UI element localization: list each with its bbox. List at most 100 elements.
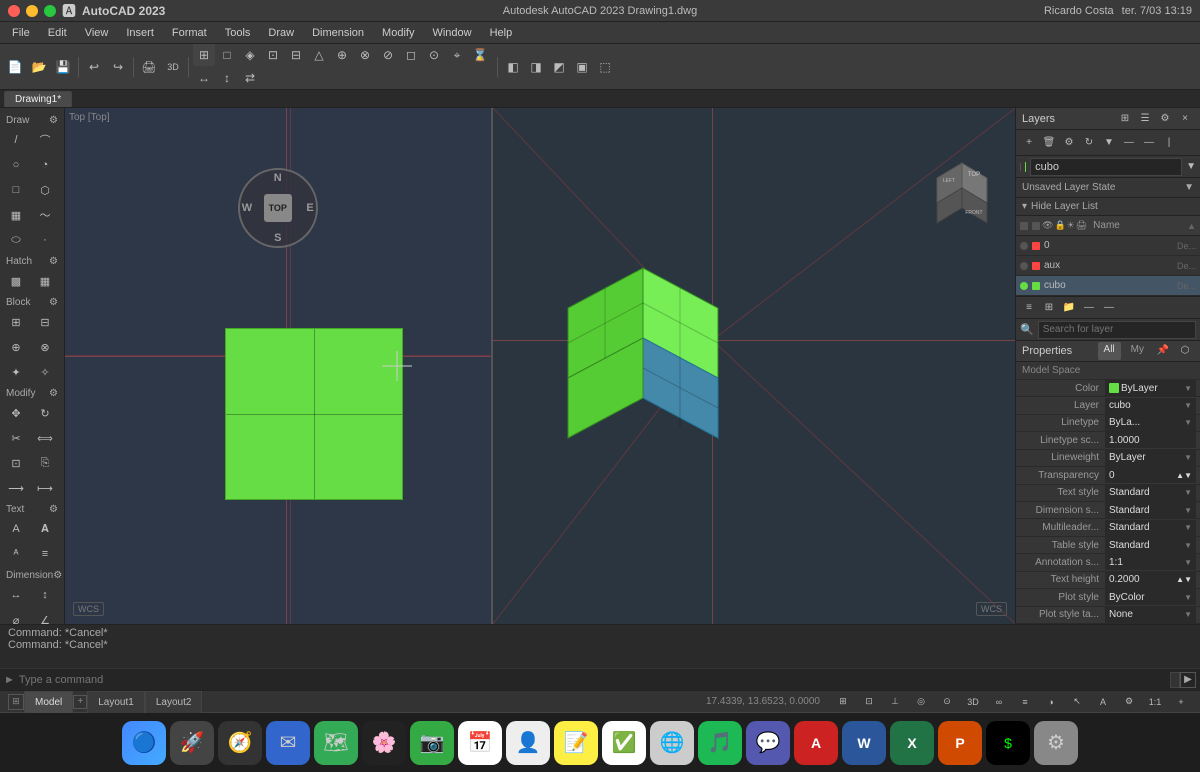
lt-more[interactable]: — bbox=[1120, 134, 1138, 152]
lt-copy[interactable]: ⎘ bbox=[31, 451, 59, 475]
lt-scale[interactable]: ⊡ bbox=[2, 451, 30, 475]
lt-section-dimension[interactable]: Dimension ⚙ bbox=[2, 567, 62, 582]
tb-extra-3[interactable]: ◩ bbox=[548, 56, 570, 78]
layer-aux-vis[interactable] bbox=[1020, 262, 1028, 270]
menu-help[interactable]: Help bbox=[482, 25, 521, 41]
tb-open[interactable]: 📂 bbox=[28, 56, 50, 78]
lt-section-hatch[interactable]: Hatch ⚙ bbox=[2, 253, 62, 268]
lt-block2[interactable]: ⊟ bbox=[31, 310, 59, 334]
prop-ann-value[interactable]: 1:1 ▼ bbox=[1105, 554, 1196, 570]
lt-spline[interactable]: 〜 bbox=[31, 203, 59, 227]
layer-cubo-vis[interactable] bbox=[1020, 282, 1028, 290]
tb-btn-2[interactable]: □ bbox=[216, 44, 238, 66]
tb-btn-9[interactable]: ⊘ bbox=[377, 44, 399, 66]
add-tab[interactable]: + bbox=[73, 695, 87, 709]
layers-icon-2[interactable]: ☰ bbox=[1136, 110, 1154, 128]
layer-row-aux[interactable]: aux De... bbox=[1016, 256, 1200, 276]
dock-reminders[interactable]: ✅ bbox=[602, 721, 646, 765]
layers-icon-3[interactable]: ⚙ bbox=[1156, 110, 1174, 128]
prop-ps-value[interactable]: ByColor ▼ bbox=[1105, 589, 1196, 605]
model-icon[interactable]: ⊞ bbox=[8, 694, 24, 710]
tb-btn-3[interactable]: ◈ bbox=[239, 44, 261, 66]
layer-aux-color[interactable] bbox=[1032, 262, 1040, 270]
menu-dimension[interactable]: Dimension bbox=[304, 25, 372, 41]
prop-pst-value[interactable]: None ▼ bbox=[1105, 607, 1196, 623]
dock-terminal[interactable]: $ bbox=[986, 721, 1030, 765]
dock-mail[interactable]: ✉ bbox=[266, 721, 310, 765]
prop-ts-value[interactable]: Standard ▼ bbox=[1105, 485, 1196, 501]
tb-btn-6[interactable]: △ bbox=[308, 44, 330, 66]
dock-notes[interactable]: 📝 bbox=[554, 721, 598, 765]
window-controls[interactable] bbox=[8, 5, 56, 17]
sb-ortho[interactable]: ⊥ bbox=[884, 691, 906, 713]
lt-trim[interactable]: ✂ bbox=[2, 426, 30, 450]
tb-new[interactable]: 📄 bbox=[4, 56, 26, 78]
current-layer-input[interactable]: cubo bbox=[1030, 158, 1182, 176]
lt-polygon[interactable]: ⬡ bbox=[31, 178, 59, 202]
tb-btn-13[interactable]: ⌛ bbox=[469, 44, 491, 66]
lt-point[interactable]: · bbox=[31, 228, 59, 252]
command-input[interactable] bbox=[19, 674, 1170, 686]
lext-btn2[interactable]: ⊞ bbox=[1040, 299, 1058, 317]
viewport-top[interactable]: Top [Top] N S E bbox=[65, 108, 493, 624]
tb-btn-16[interactable]: ⇄ bbox=[239, 67, 261, 89]
lt-extend[interactable]: ⟶ bbox=[2, 476, 30, 500]
layer-search-input[interactable] bbox=[1038, 321, 1196, 339]
layer-0-color[interactable] bbox=[1032, 242, 1040, 250]
lt-arc[interactable]: ◔ bbox=[31, 153, 59, 177]
tb-btn-1[interactable]: ⊞ bbox=[193, 44, 215, 66]
tb-btn-4[interactable]: ⊡ bbox=[262, 44, 284, 66]
lt-hatch[interactable]: ▦ bbox=[2, 203, 30, 227]
lext-btn3[interactable]: 📁 bbox=[1060, 299, 1078, 317]
lt-text2[interactable]: 𝐀 bbox=[31, 517, 59, 541]
lt-settings[interactable]: ⚙ bbox=[1060, 134, 1078, 152]
close-button[interactable] bbox=[8, 5, 20, 17]
lt-refresh[interactable]: ↻ bbox=[1080, 134, 1098, 152]
compass-center[interactable]: TOP bbox=[264, 194, 292, 222]
tb-btn-7[interactable]: ⊕ bbox=[331, 44, 353, 66]
sb-snap[interactable]: ⊡ bbox=[858, 691, 880, 713]
menu-insert[interactable]: Insert bbox=[118, 25, 162, 41]
menu-file[interactable]: File bbox=[4, 25, 38, 41]
layer-color-swatch[interactable] bbox=[1025, 162, 1026, 172]
transp-spin-up[interactable]: ▲▼ bbox=[1176, 471, 1192, 480]
lt-new-layer[interactable]: + bbox=[1020, 134, 1038, 152]
viewcube[interactable]: TOP LEFT FRONT bbox=[925, 158, 1000, 236]
lt-hatch2[interactable]: ▦ bbox=[31, 269, 59, 293]
sb-transparency[interactable]: ◑ bbox=[1040, 691, 1062, 713]
lt-dim1[interactable]: ↔ bbox=[2, 583, 30, 607]
prop-linetype-value[interactable]: ByLa... ▼ bbox=[1105, 415, 1196, 431]
section-settings-icon-5[interactable]: ⚙ bbox=[49, 504, 58, 515]
prop-layer-value[interactable]: cubo ▼ bbox=[1105, 398, 1196, 414]
lt-dim3[interactable]: ⌀ bbox=[2, 608, 30, 624]
lt-circle[interactable]: ○ bbox=[2, 153, 30, 177]
sb-lineweight[interactable]: ≡ bbox=[1014, 691, 1036, 713]
dock-excel[interactable]: X bbox=[890, 721, 934, 765]
layer-dropdown[interactable]: ▼ bbox=[1186, 158, 1196, 176]
lt-section-text[interactable]: Text ⚙ bbox=[2, 501, 62, 516]
dock-calendar[interactable]: 📅 bbox=[458, 721, 502, 765]
layer-row-cubo[interactable]: cubo De... bbox=[1016, 276, 1200, 296]
dock-photos[interactable]: 🌸 bbox=[362, 721, 406, 765]
tb-btn-8[interactable]: ⊗ bbox=[354, 44, 376, 66]
tab-model[interactable]: Model bbox=[24, 691, 73, 713]
layers-icon-1[interactable]: ⊞ bbox=[1116, 110, 1134, 128]
lt-offset[interactable]: ⟼ bbox=[31, 476, 59, 500]
viewport-3d[interactable]: TOP LEFT FRONT WCS bbox=[493, 108, 1016, 624]
lt-minus[interactable]: — bbox=[1140, 134, 1158, 152]
layer-vis-icon[interactable] bbox=[1020, 162, 1021, 172]
tb-print[interactable]: 🖨 bbox=[138, 56, 160, 78]
layer-col-name-header[interactable]: Name bbox=[1093, 220, 1185, 231]
prop-tbl-value[interactable]: Standard ▼ bbox=[1105, 537, 1196, 553]
props-tab-my[interactable]: My bbox=[1125, 342, 1150, 360]
lt-section-modify[interactable]: Modify ⚙ bbox=[2, 385, 62, 400]
lt-text1[interactable]: A bbox=[2, 517, 30, 541]
sb-workspace[interactable]: ⚙ bbox=[1118, 691, 1140, 713]
compass-widget[interactable]: N S E W TOP bbox=[238, 168, 318, 248]
lext-btn4[interactable]: — bbox=[1080, 299, 1098, 317]
sb-select[interactable]: ↖ bbox=[1066, 691, 1088, 713]
tb-btn-11[interactable]: ⊙ bbox=[423, 44, 445, 66]
viewport-area[interactable]: Top [Top] N S E bbox=[65, 108, 1015, 624]
tab-layout2[interactable]: Layout2 bbox=[145, 691, 203, 713]
sb-polar[interactable]: ◎ bbox=[910, 691, 932, 713]
